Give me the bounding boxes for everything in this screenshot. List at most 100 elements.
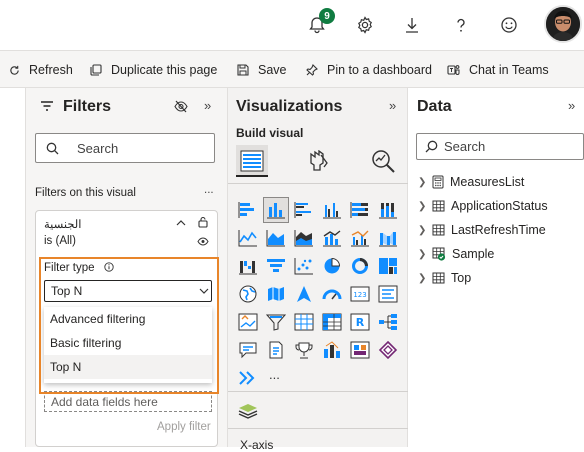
viz-divider-3 (228, 428, 408, 429)
analytics-magnifier-icon[interactable] (370, 148, 396, 174)
card-icon[interactable]: 123 (350, 285, 370, 303)
line-stacked-column-icon[interactable] (322, 229, 342, 247)
tree-item-applicationstatus[interactable]: ❯ ApplicationStatus (418, 197, 548, 215)
expand-chevron-icon[interactable]: ❯ (418, 273, 432, 284)
refresh-button[interactable]: Refresh (9, 62, 73, 78)
save-label: Save (258, 63, 287, 77)
notification-badge: 9 (319, 8, 335, 24)
expand-chevron-icon[interactable]: ❯ (418, 249, 432, 260)
build-visual-label: Build visual (236, 126, 304, 140)
save-button[interactable]: Save (237, 62, 287, 78)
data-title: Data (417, 98, 452, 115)
matrix-icon[interactable] (322, 313, 342, 331)
filters-search-placeholder: Search (77, 140, 119, 156)
more-visuals-icon[interactable]: ... (269, 367, 280, 382)
chevron-up-icon[interactable] (176, 219, 186, 226)
tree-item-lastrefreshtime[interactable]: ❯ LastRefreshTime (418, 221, 546, 239)
section-more-icon[interactable]: ... (204, 184, 214, 196)
table-icon (432, 224, 445, 236)
paginated-report-icon[interactable] (266, 341, 286, 359)
power-apps-icon[interactable] (350, 341, 370, 359)
svg-text:123: 123 (353, 291, 366, 299)
gauge-icon[interactable] (322, 285, 342, 303)
left-collapse-strip (0, 88, 26, 447)
filters-title: Filters (63, 98, 112, 115)
pin-icon (306, 64, 318, 76)
collapse-data-chevron-icon[interactable]: » (568, 98, 575, 113)
gear-icon (358, 16, 372, 34)
line-chart-icon[interactable] (238, 229, 258, 247)
collapse-viz-chevron-icon[interactable]: » (389, 98, 396, 113)
settings-button[interactable] (352, 12, 378, 38)
help-button[interactable] (448, 12, 474, 38)
clustered-bar-chart-icon[interactable] (294, 201, 314, 219)
duplicate-page-button[interactable]: Duplicate this page (90, 62, 217, 78)
line-clustered-column-icon[interactable] (350, 229, 370, 247)
pie-chart-icon[interactable] (322, 257, 342, 275)
table-icon[interactable] (294, 313, 314, 331)
search-icon (425, 140, 438, 153)
donut-chart-icon[interactable] (350, 257, 370, 275)
kpi-icon[interactable] (238, 313, 258, 331)
lock-icon[interactable] (198, 216, 208, 228)
data-search-placeholder: Search (444, 139, 486, 154)
arrows-icon[interactable] (238, 369, 258, 387)
notifications-button[interactable]: 9 (304, 8, 335, 38)
build-visual-tab[interactable] (236, 145, 268, 177)
smart-narrative-icon[interactable] (322, 341, 342, 359)
treemap-icon[interactable] (378, 257, 398, 275)
multi-row-card-icon[interactable] (378, 285, 398, 303)
filters-search-input[interactable]: Search (35, 133, 215, 163)
apply-filter-button[interactable]: Apply filter (157, 421, 211, 433)
calculator-icon (432, 175, 444, 189)
filled-map-icon[interactable] (266, 285, 286, 303)
viz-divider-2 (228, 391, 408, 392)
tree-item-label: Top (451, 271, 472, 285)
tree-item-label: LastRefreshTime (451, 223, 546, 237)
teams-icon (447, 65, 460, 75)
data-search-input[interactable]: Search (416, 133, 584, 160)
command-bar: Refresh Duplicate this page Save Pin to … (0, 50, 584, 88)
collapse-filters-chevron-icon[interactable]: » (204, 98, 211, 113)
qa-visual-icon[interactable] (238, 341, 258, 359)
waterfall-chart-icon[interactable] (238, 257, 258, 275)
format-brush-icon[interactable] (308, 150, 330, 174)
area-chart-icon[interactable] (266, 229, 286, 247)
stacked-area-chart-icon[interactable] (294, 229, 314, 247)
custom-visual-layers-icon[interactable] (238, 402, 258, 420)
filters-pane: Filters » Search Filters on this visual … (26, 88, 228, 447)
clustered-column-chart-icon[interactable] (322, 201, 342, 219)
save-icon (237, 64, 249, 76)
add-data-fields-dropzone[interactable]: Add data fields here (44, 391, 212, 412)
download-button[interactable] (399, 12, 425, 38)
100-stacked-column-chart-icon[interactable] (378, 201, 398, 219)
chat-in-teams-button[interactable]: Chat in Teams (447, 62, 549, 78)
r-script-visual-icon[interactable]: R (350, 313, 370, 331)
tree-item-sample[interactable]: ❯ Sample (418, 245, 494, 263)
scatter-chart-icon[interactable] (294, 257, 314, 275)
stacked-bar-chart-icon[interactable] (238, 201, 258, 219)
expand-chevron-icon[interactable]: ❯ (418, 201, 432, 212)
power-automate-icon[interactable] (378, 341, 398, 359)
refresh-icon (10, 65, 19, 75)
map-icon[interactable] (238, 285, 258, 303)
chat-label: Chat in Teams (469, 63, 549, 77)
slicer-icon[interactable] (266, 313, 286, 331)
azure-map-icon[interactable] (294, 285, 314, 303)
expand-chevron-icon[interactable]: ❯ (418, 177, 432, 188)
stacked-column-chart-icon[interactable] (266, 201, 286, 219)
avatar[interactable] (544, 5, 582, 43)
key-influencers-icon[interactable] (294, 341, 314, 359)
funnel-chart-icon[interactable] (266, 257, 286, 275)
tree-item-top[interactable]: ❯ Top (418, 269, 471, 287)
hide-eye-icon[interactable] (174, 100, 188, 113)
tree-item-label: Sample (452, 247, 495, 261)
eye-icon[interactable] (197, 237, 209, 246)
decomposition-tree-icon[interactable] (378, 313, 398, 331)
ribbon-chart-icon[interactable] (378, 229, 398, 247)
100-stacked-bar-chart-icon[interactable] (350, 201, 370, 219)
feedback-button[interactable] (496, 12, 522, 38)
tree-item-measureslist[interactable]: ❯ MeasuresList (418, 173, 524, 191)
expand-chevron-icon[interactable]: ❯ (418, 225, 432, 236)
pin-dashboard-button[interactable]: Pin to a dashboard (306, 62, 432, 78)
